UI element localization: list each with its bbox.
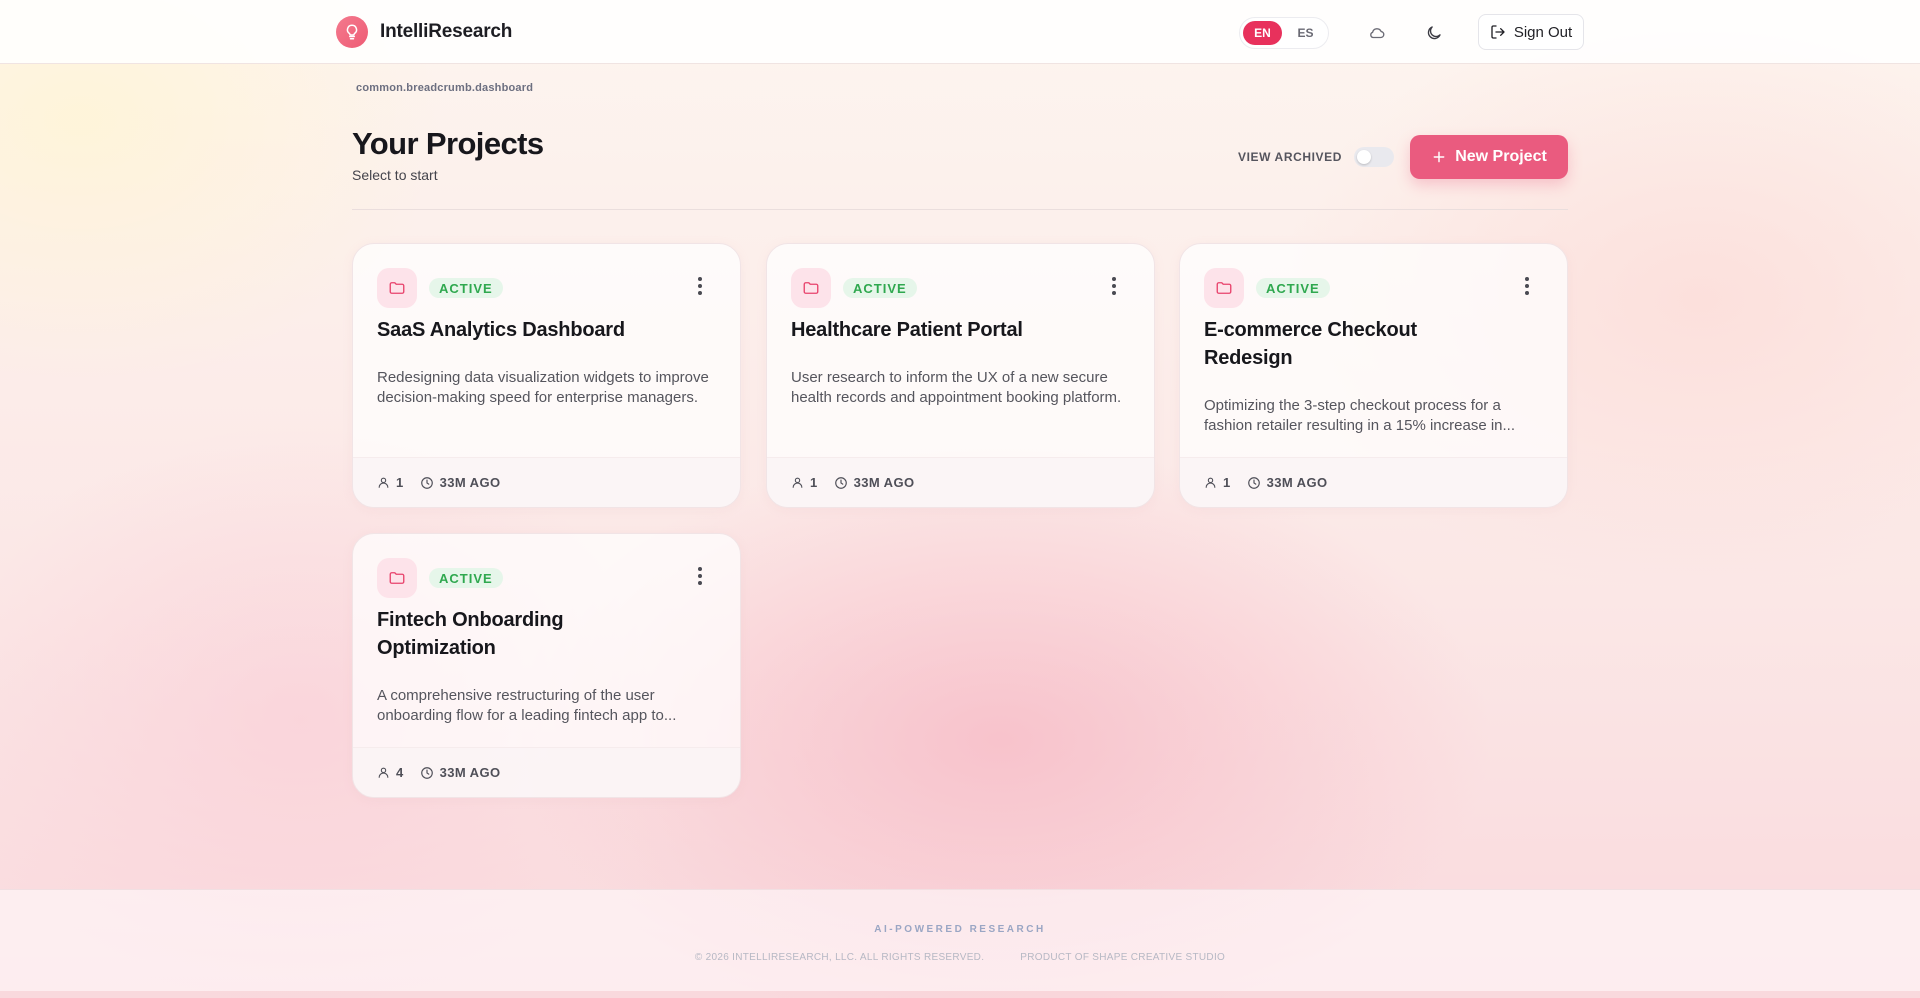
breadcrumb[interactable]: common.breadcrumb.dashboard: [356, 82, 533, 94]
members-count: 1: [1204, 475, 1231, 490]
more-options-icon[interactable]: [694, 274, 706, 298]
new-project-button[interactable]: New Project: [1410, 135, 1568, 179]
top-header: IntelliResearch EN ES Sign Out: [0, 0, 1920, 64]
project-card[interactable]: ACTIVE Fintech Onboarding Optimization A…: [352, 533, 741, 798]
plus-icon: [1431, 149, 1447, 165]
members-value: 1: [396, 475, 404, 490]
divider: [352, 209, 1568, 210]
updated-time: 33M AGO: [420, 475, 501, 490]
user-icon: [1204, 476, 1217, 489]
project-title[interactable]: Healthcare Patient Portal: [791, 316, 1121, 344]
updated-time: 33M AGO: [834, 475, 915, 490]
user-icon: [377, 476, 390, 489]
status-badge: ACTIVE: [429, 568, 503, 588]
sign-out-label: Sign Out: [1513, 23, 1573, 41]
toggle-knob: [1357, 150, 1371, 164]
updated-value: 33M AGO: [439, 765, 501, 780]
moon-icon[interactable]: [1420, 19, 1448, 47]
view-archived-toggle[interactable]: [1354, 147, 1394, 167]
footer-tagline: AI-POWERED RESEARCH: [874, 924, 1046, 935]
project-description: Optimizing the 3-step checkout process f…: [1204, 397, 1516, 434]
card-footer: 1 33M AGO: [353, 457, 740, 507]
members-value: 1: [810, 475, 818, 490]
status-badge: ACTIVE: [1256, 278, 1330, 298]
updated-value: 33M AGO: [1266, 475, 1328, 490]
page-footer: AI-POWERED RESEARCH © 2026 INTELLIRESEAR…: [0, 889, 1920, 991]
folder-icon: [377, 558, 417, 598]
footer-credit[interactable]: PRODUCT OF SHAPE CREATIVE STUDIO: [1020, 952, 1225, 963]
project-title[interactable]: Fintech Onboarding Optimization: [377, 606, 647, 662]
language-es-button[interactable]: ES: [1286, 21, 1325, 45]
status-badge: ACTIVE: [429, 278, 503, 298]
view-archived-label: VIEW ARCHIVED: [1238, 150, 1343, 164]
language-switch: EN ES: [1239, 17, 1329, 49]
project-description: User research to inform the UX of a new …: [791, 369, 1122, 406]
project-description: A comprehensive restructuring of the use…: [377, 687, 677, 724]
project-description: Redesigning data visualization widgets t…: [377, 369, 709, 406]
folder-icon: [791, 268, 831, 308]
brand[interactable]: IntelliResearch: [336, 16, 512, 48]
updated-value: 33M AGO: [439, 475, 501, 490]
updated-time: 33M AGO: [1247, 475, 1328, 490]
members-count: 4: [377, 765, 404, 780]
more-options-icon[interactable]: [1521, 274, 1533, 298]
members-value: 1: [1223, 475, 1231, 490]
members-count: 1: [377, 475, 404, 490]
language-en-button[interactable]: EN: [1243, 21, 1282, 45]
user-icon: [791, 476, 804, 489]
project-card[interactable]: ACTIVE E-commerce Checkout Redesign Opti…: [1179, 243, 1568, 508]
project-card[interactable]: ACTIVE SaaS Analytics Dashboard Redesign…: [352, 243, 741, 508]
logout-icon: [1490, 24, 1506, 40]
more-options-icon[interactable]: [1108, 274, 1120, 298]
members-count: 1: [791, 475, 818, 490]
cloud-icon[interactable]: [1363, 19, 1391, 47]
brand-name: IntelliResearch: [380, 21, 513, 42]
members-value: 4: [396, 765, 404, 780]
project-title[interactable]: E-commerce Checkout Redesign: [1204, 316, 1474, 372]
clock-icon: [1247, 476, 1261, 490]
project-card[interactable]: ACTIVE Healthcare Patient Portal User re…: [766, 243, 1155, 508]
folder-icon: [377, 268, 417, 308]
card-footer: 1 33M AGO: [1180, 457, 1567, 507]
card-footer: 4 33M AGO: [353, 747, 740, 797]
lightbulb-icon: [336, 16, 368, 48]
page-subtitle: Select to start: [352, 167, 438, 183]
clock-icon: [834, 476, 848, 490]
folder-icon: [1204, 268, 1244, 308]
card-footer: 1 33M AGO: [767, 457, 1154, 507]
footer-legal: © 2026 INTELLIRESEARCH, LLC. ALL RIGHTS …: [0, 952, 1920, 963]
clock-icon: [420, 476, 434, 490]
status-badge: ACTIVE: [843, 278, 917, 298]
footer-copyright: © 2026 INTELLIRESEARCH, LLC. ALL RIGHTS …: [694, 952, 985, 963]
updated-value: 33M AGO: [853, 475, 915, 490]
sign-out-button[interactable]: Sign Out: [1478, 14, 1584, 50]
updated-time: 33M AGO: [420, 765, 501, 780]
page-title: Your Projects: [352, 126, 544, 161]
user-icon: [377, 766, 390, 779]
clock-icon: [420, 766, 434, 780]
more-options-icon[interactable]: [694, 564, 706, 588]
project-title[interactable]: SaaS Analytics Dashboard: [377, 316, 707, 344]
new-project-label: New Project: [1455, 148, 1547, 165]
